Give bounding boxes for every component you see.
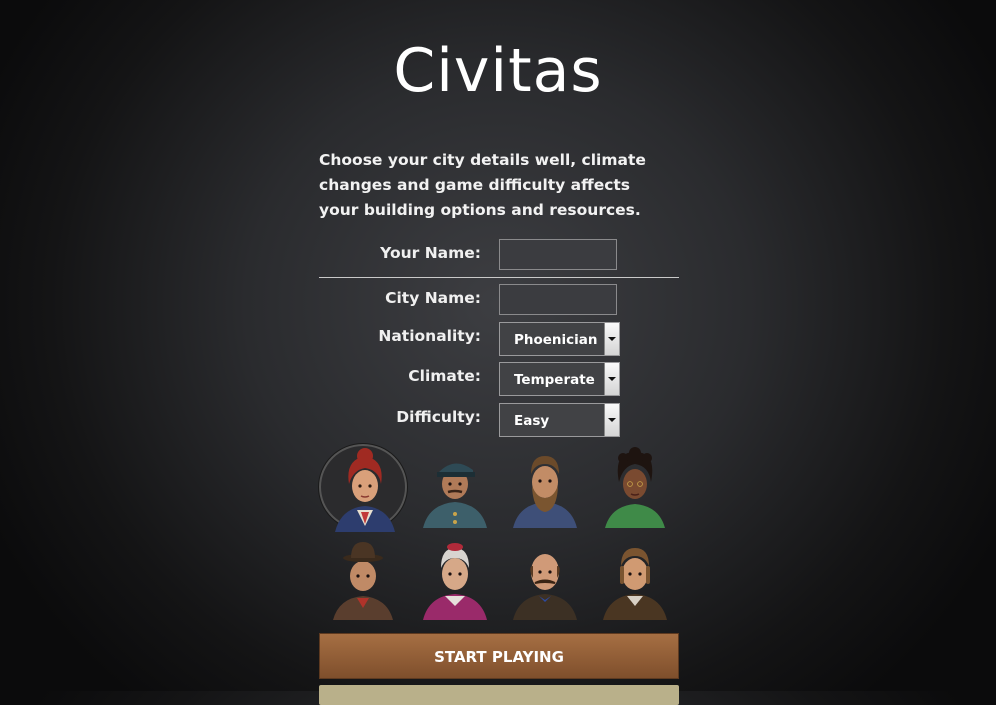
avatar-man-bald-mustache[interactable] [501, 536, 589, 622]
city-name-row: City Name: [319, 284, 679, 318]
difficulty-select[interactable]: Easy [499, 403, 620, 437]
nationality-label: Nationality: [378, 327, 481, 345]
nationality-select[interactable]: Phoenician [499, 322, 620, 356]
game-title: Civitas [393, 36, 603, 106]
climate-select[interactable]: Temperate [499, 362, 620, 396]
avatar-man-bowler-hat[interactable] [319, 536, 407, 622]
climate-value: Temperate [514, 372, 595, 388]
avatar-woman-red-hair[interactable] [319, 444, 407, 532]
difficulty-value: Easy [514, 413, 550, 429]
your-name-input[interactable] [499, 239, 617, 270]
city-name-input[interactable] [499, 284, 617, 315]
climate-label: Climate: [408, 367, 481, 385]
avatar-man-beard[interactable] [501, 444, 589, 530]
avatar-old-woman-cardinal[interactable] [411, 536, 499, 622]
chevron-down-icon[interactable] [604, 363, 619, 395]
your-name-row: Your Name: [319, 239, 679, 273]
avatar-grid [319, 444, 679, 624]
city-name-label: City Name: [385, 289, 481, 307]
difficulty-label: Difficulty: [396, 408, 481, 426]
avatar-woman-curly-hair[interactable] [591, 444, 679, 530]
avatar-man-sideburns[interactable] [591, 536, 679, 622]
your-name-label: Your Name: [380, 244, 481, 262]
intro-text: Choose your city details well, climate c… [319, 151, 646, 219]
chevron-down-icon[interactable] [604, 323, 619, 355]
chevron-down-icon[interactable] [604, 404, 619, 436]
start-playing-button[interactable]: START PLAYING [319, 633, 679, 679]
nationality-row: Nationality: Phoenician [319, 322, 679, 356]
nationality-value: Phoenician [514, 332, 598, 348]
secondary-button[interactable] [319, 685, 679, 705]
difficulty-row: Difficulty: Easy [319, 403, 679, 437]
climate-row: Climate: Temperate [319, 362, 679, 396]
divider [319, 277, 679, 278]
setup-panel: Choose your city details well, climate c… [319, 148, 679, 705]
avatar-man-officer-cap[interactable] [411, 444, 499, 530]
